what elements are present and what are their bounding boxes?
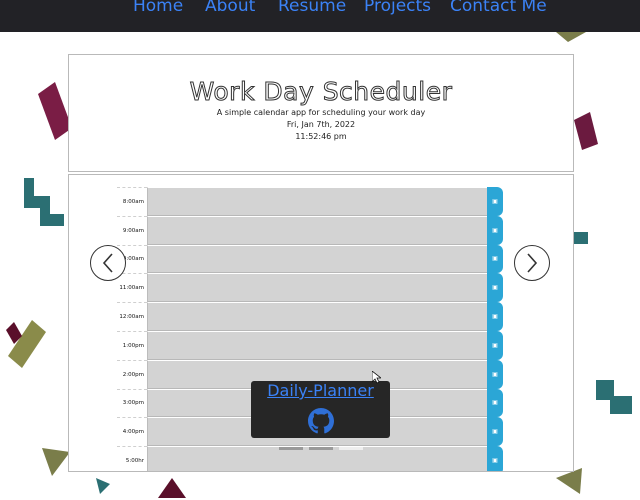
hour-label: 4:00pm bbox=[117, 417, 147, 447]
nav-link-resume[interactable]: Resume bbox=[278, 0, 346, 16]
event-description-input[interactable] bbox=[147, 330, 487, 360]
carousel-next-button[interactable] bbox=[514, 245, 550, 281]
time-block-row: 11:00am ▣ bbox=[117, 273, 503, 303]
save-button[interactable]: ▣ bbox=[487, 330, 503, 360]
save-button[interactable]: ▣ bbox=[487, 417, 503, 447]
chevron-left-icon bbox=[102, 253, 113, 273]
event-description-input[interactable] bbox=[147, 273, 487, 303]
hour-label: 12:00am bbox=[117, 302, 147, 331]
hour-label: 11:00am bbox=[117, 273, 147, 303]
nav-link-home[interactable]: Home bbox=[133, 0, 183, 16]
time-block-row: 9:00am ▣ bbox=[117, 215, 503, 245]
carousel-prev-button[interactable] bbox=[90, 245, 126, 281]
save-icon: ▣ bbox=[492, 342, 498, 349]
chevron-right-icon bbox=[527, 253, 538, 273]
scheduler-header: Work Day Scheduler A simple calendar app… bbox=[68, 54, 574, 172]
hour-label: 9:00am bbox=[117, 215, 147, 245]
nav-link-about[interactable]: About bbox=[205, 0, 255, 16]
save-button[interactable]: ▣ bbox=[487, 215, 503, 245]
hour-label: 5:00hr bbox=[117, 446, 147, 471]
mouse-cursor-icon bbox=[372, 371, 381, 384]
save-icon: ▣ bbox=[492, 227, 498, 234]
time-block-row: 5:00hr ▣ bbox=[117, 446, 503, 471]
save-icon: ▣ bbox=[492, 198, 498, 205]
page-subtitle: A simple calendar app for scheduling you… bbox=[216, 108, 426, 117]
save-icon: ▣ bbox=[492, 371, 498, 378]
event-description-input[interactable] bbox=[147, 215, 487, 245]
hour-label: 1:00pm bbox=[117, 330, 147, 360]
save-icon: ▣ bbox=[492, 285, 498, 292]
time-block-row: 10:00am ▣ bbox=[117, 244, 503, 274]
save-icon: ▣ bbox=[492, 256, 498, 263]
carousel-indicator[interactable] bbox=[309, 447, 333, 450]
save-icon: ▣ bbox=[492, 458, 498, 465]
save-button[interactable]: ▣ bbox=[487, 302, 503, 331]
save-button[interactable]: ▣ bbox=[487, 446, 503, 471]
event-description-input[interactable] bbox=[147, 446, 487, 471]
github-icon[interactable] bbox=[308, 408, 334, 434]
hour-label: 8:00am bbox=[117, 187, 147, 216]
current-date: Fri, Jan 7th, 2022 bbox=[286, 120, 356, 129]
nav-link-projects[interactable]: Projects bbox=[364, 0, 431, 16]
carousel-indicator[interactable] bbox=[279, 447, 303, 450]
time-block-row: 12:00am ▣ bbox=[117, 302, 503, 331]
event-description-input[interactable] bbox=[147, 302, 487, 331]
carousel-indicator-active[interactable] bbox=[339, 447, 363, 450]
save-icon: ▣ bbox=[492, 429, 498, 436]
save-icon: ▣ bbox=[492, 314, 498, 321]
hour-label: 2:00pm bbox=[117, 359, 147, 389]
save-button[interactable]: ▣ bbox=[487, 273, 503, 303]
save-button[interactable]: ▣ bbox=[487, 388, 503, 418]
nav-link-contact[interactable]: Contact Me bbox=[450, 0, 547, 16]
hour-label: 3:00pm bbox=[117, 388, 147, 418]
save-button[interactable]: ▣ bbox=[487, 187, 503, 216]
save-button[interactable]: ▣ bbox=[487, 244, 503, 274]
save-button[interactable]: ▣ bbox=[487, 359, 503, 389]
current-time: 11:52:46 pm bbox=[295, 132, 347, 141]
top-navbar: Home About Resume Projects Contact Me bbox=[0, 0, 640, 32]
project-title-link[interactable]: Daily-Planner bbox=[267, 381, 374, 400]
time-block-row: 8:00am ▣ bbox=[117, 187, 503, 216]
carousel-caption: Daily-Planner bbox=[251, 381, 390, 438]
time-block-row: 1:00pm ▣ bbox=[117, 330, 503, 360]
event-description-input[interactable] bbox=[147, 187, 487, 216]
save-icon: ▣ bbox=[492, 400, 498, 407]
event-description-input[interactable] bbox=[147, 244, 487, 274]
page-title: Work Day Scheduler bbox=[189, 77, 453, 107]
